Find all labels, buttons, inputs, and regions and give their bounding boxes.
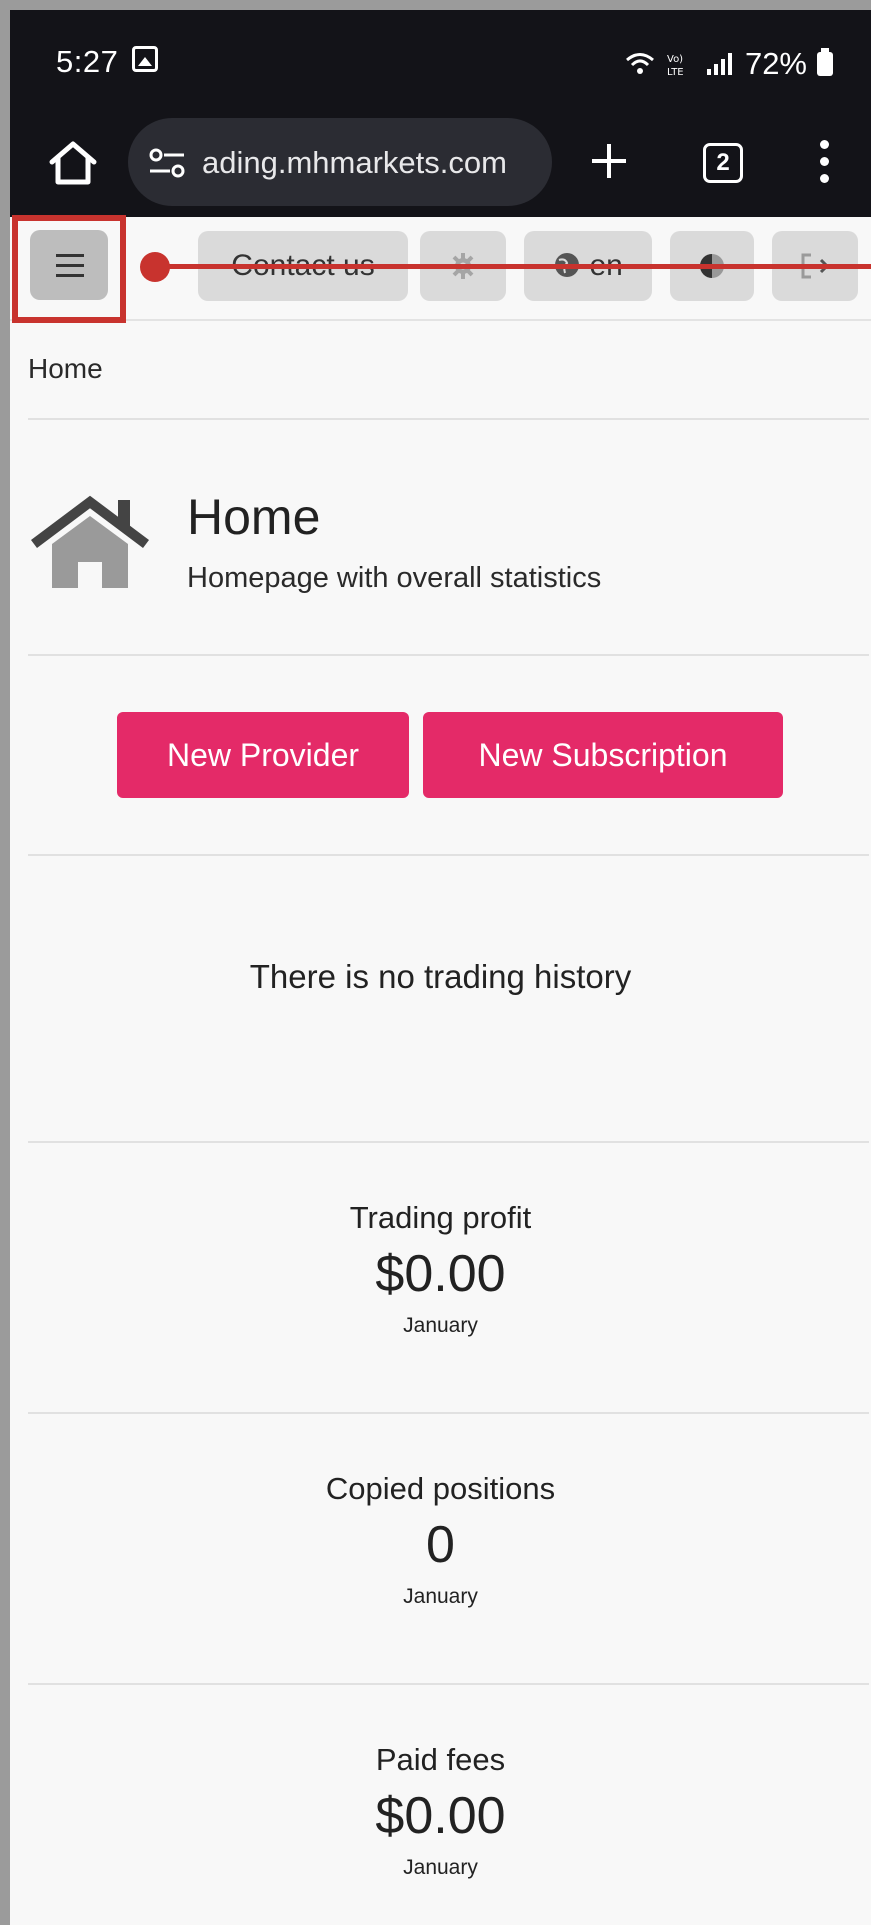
stat-paid-fees: Paid fees $0.00 January <box>10 1742 871 1880</box>
stat-value: 0 <box>426 1516 455 1574</box>
divider <box>28 854 869 856</box>
plus-icon[interactable] <box>588 140 630 182</box>
site-settings-icon[interactable] <box>148 146 188 180</box>
stat-label: Paid fees <box>375 1742 506 1777</box>
stat-label: Copied positions <box>325 1471 556 1506</box>
battery-icon <box>817 48 833 76</box>
divider <box>28 654 869 656</box>
site-topbar: Contact us en <box>10 215 871 323</box>
phone-screen: 5:27 Vo) LTE 72% ading.mhmarkets.com 2 C… <box>10 10 871 1925</box>
stat-value: $0.00 <box>375 1245 506 1303</box>
highlight-annotation <box>12 215 126 323</box>
house-icon <box>31 495 149 588</box>
svg-text:LTE: LTE <box>667 67 684 77</box>
divider <box>28 1141 869 1143</box>
stat-value: $0.00 <box>375 1787 506 1845</box>
divider <box>28 418 869 420</box>
status-icons: Vo) LTE 72% <box>625 46 833 82</box>
new-subscription-button[interactable]: New Subscription <box>423 712 783 798</box>
signal-icon <box>706 53 732 75</box>
new-provider-button[interactable]: New Provider <box>117 712 409 798</box>
divider <box>28 1683 869 1685</box>
breadcrumb[interactable]: Home <box>28 353 103 385</box>
stat-trading-profit: Trading profit $0.00 January <box>10 1200 871 1338</box>
home-icon[interactable] <box>48 140 98 186</box>
kebab-menu-icon[interactable] <box>818 140 830 184</box>
tabs-icon[interactable]: 2 <box>703 143 743 183</box>
stat-period: January <box>403 1585 478 1608</box>
page-subtitle: Homepage with overall statistics <box>187 562 602 594</box>
annotation-dot <box>140 252 170 282</box>
stat-copied-positions: Copied positions 0 January <box>10 1471 871 1609</box>
stat-period: January <box>403 1856 478 1879</box>
page-title: Home <box>187 489 321 545</box>
url-text[interactable]: ading.mhmarkets.com <box>202 145 507 181</box>
volte-icon: Vo) LTE <box>667 54 684 77</box>
empty-history-message: There is no trading history <box>249 958 632 995</box>
address-bar[interactable]: ading.mhmarkets.com <box>128 118 552 206</box>
battery-percent: 72% <box>744 46 807 81</box>
stat-period: January <box>403 1314 478 1337</box>
browser-chrome: 5:27 Vo) LTE 72% ading.mhmarkets.com 2 <box>10 10 871 217</box>
status-time: 5:27 <box>56 44 119 79</box>
wifi-icon <box>625 53 654 74</box>
image-icon <box>132 46 158 72</box>
stat-label: Trading profit <box>349 1200 532 1235</box>
svg-text:Vo): Vo) <box>667 54 683 65</box>
divider <box>28 1412 869 1414</box>
annotation-line <box>155 264 871 269</box>
